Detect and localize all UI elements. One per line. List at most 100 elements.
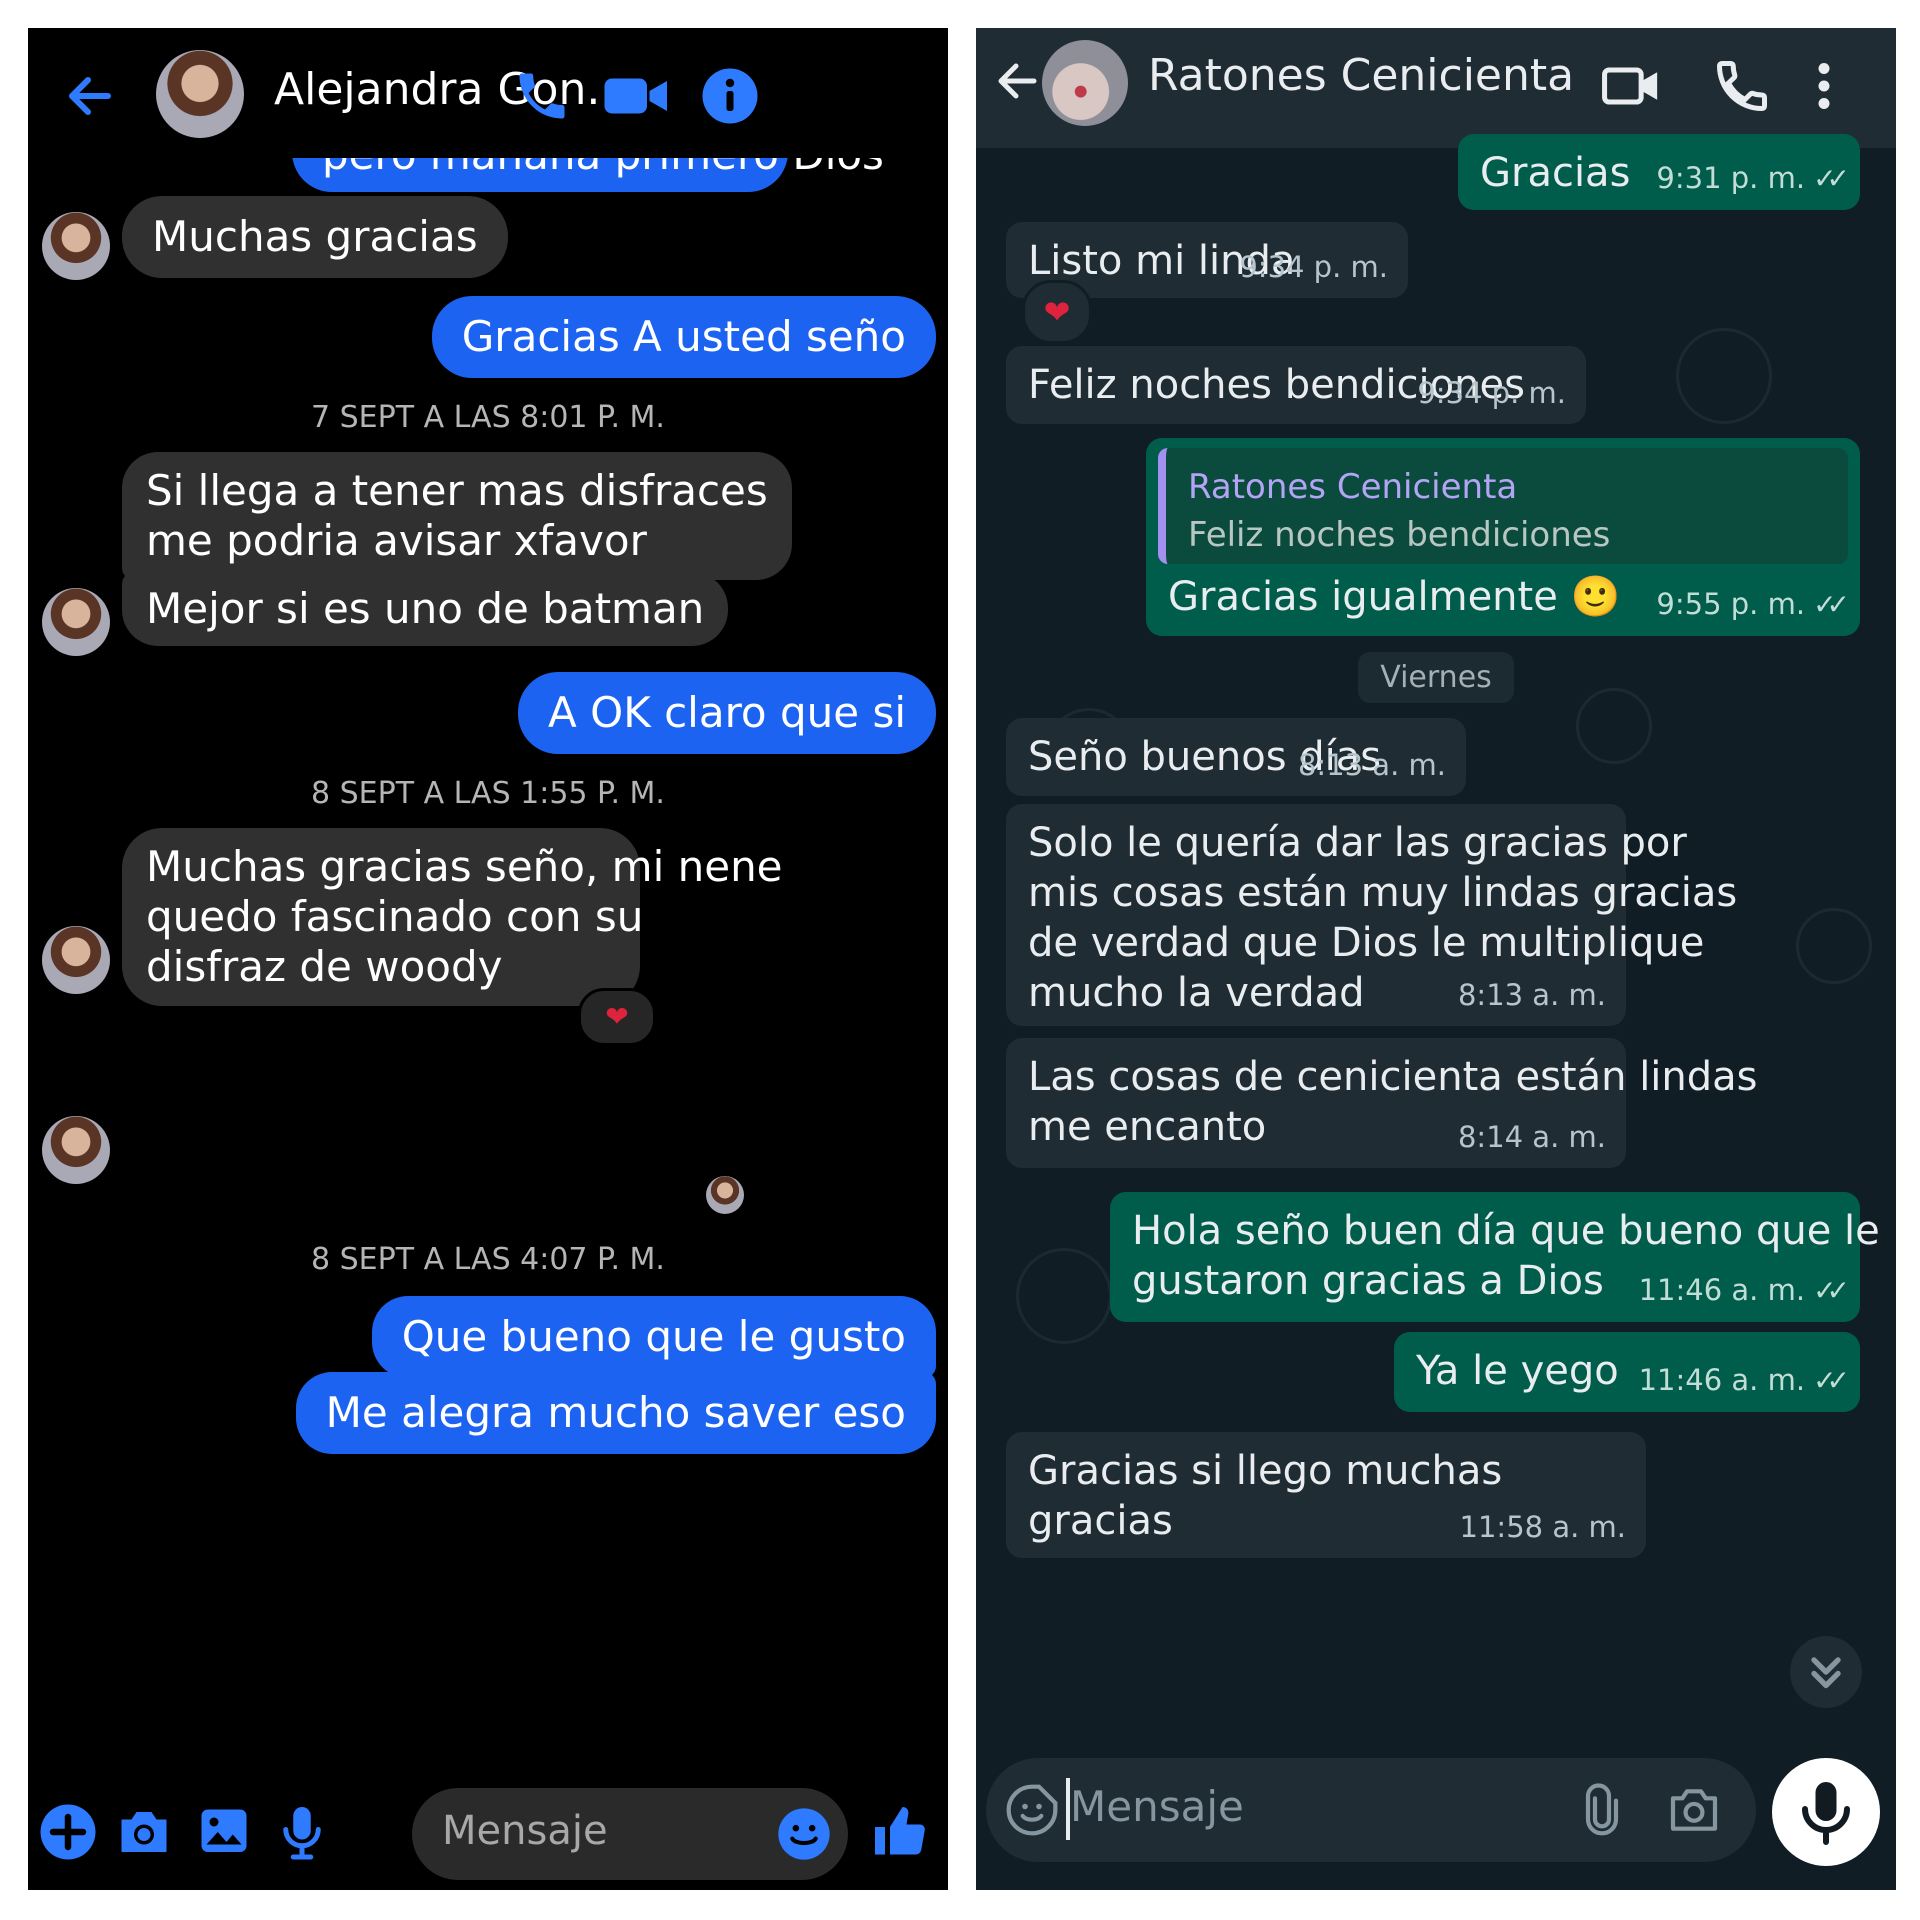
message-text-line: Las cosas de cenicienta están lindas [1028, 1054, 1758, 1100]
message-time: 11:58 a. m. [1459, 1510, 1626, 1544]
message-text-line: Hola seño buen día que bueno que le [1132, 1208, 1880, 1254]
conversation-timestamp: 7 SEPT A LAS 8:01 P. M. [311, 400, 665, 435]
quoted-author: Ratones Cenicienta [1188, 467, 1518, 507]
contact-avatar[interactable] [156, 50, 244, 138]
conversation-timestamp: 8 SEPT A LAS 1:55 P. M. [311, 776, 665, 811]
day-separator: Viernes [976, 652, 1896, 703]
contact-name[interactable]: Ratones Cenicienta [1148, 50, 1574, 101]
conversation-timestamp: 8 SEPT A LAS 4:07 P. M. [311, 1242, 665, 1277]
contact-avatar-small[interactable] [42, 588, 110, 656]
message-text-line: de verdad que Dios le multiplique [1028, 920, 1705, 966]
message-text: A OK claro que si [548, 688, 906, 737]
video-call-icon[interactable] [602, 66, 672, 126]
message-bubble-outgoing-reply[interactable]: Ratones Cenicienta Feliz noches bendicio… [1146, 438, 1860, 636]
microphone-icon[interactable] [272, 1802, 332, 1862]
info-icon[interactable] [700, 66, 760, 126]
contact-avatar-small[interactable] [42, 926, 110, 994]
phone-call-icon[interactable] [1712, 56, 1772, 116]
message-bubble-incoming[interactable]: Feliz noches bendiciones 9:34 p. m. [1006, 346, 1586, 424]
message-input[interactable]: Mensaje [412, 1788, 848, 1880]
attach-paperclip-icon[interactable] [1574, 1782, 1630, 1838]
message-bubble-incoming[interactable]: Gracias si llego muchas gracias 11:58 a.… [1006, 1432, 1646, 1558]
message-time: 9:34 p. m. [1417, 376, 1566, 410]
message-text: Mejor si es uno de batman [146, 584, 705, 633]
quoted-message[interactable]: Ratones Cenicienta Feliz noches bendicio… [1158, 448, 1848, 564]
message-text: Ya le yego [1416, 1348, 1619, 1394]
read-receipt-icon: ✓✓ [1813, 1274, 1850, 1307]
message-bubble-incoming[interactable]: Las cosas de cenicienta están lindas me … [1006, 1038, 1758, 1168]
message-bubble-incoming[interactable]: Mejor si es uno de batman [122, 572, 729, 646]
camera-icon[interactable] [1666, 1782, 1722, 1838]
message-time: 9:34 p. m. [1239, 250, 1388, 284]
camera-icon[interactable] [114, 1802, 174, 1862]
heart-reaction-icon[interactable]: ❤ [1022, 280, 1092, 344]
message-text-line: Si llega a tener mas disfraces [146, 466, 768, 515]
message-bubble-outgoing[interactable]: Ya le yego 11:46 a. m. ✓✓ [1394, 1332, 1860, 1412]
message-bubble-outgoing[interactable]: Gracias 9:31 p. m. ✓✓ [1458, 134, 1860, 210]
read-receipt-icon: ✓✓ [1813, 1364, 1850, 1397]
video-call-icon[interactable] [1600, 56, 1664, 116]
plus-icon[interactable] [38, 1802, 98, 1862]
phone-call-icon[interactable] [512, 66, 572, 126]
message-text: Gracias [1480, 150, 1631, 196]
message-bubble-incoming[interactable]: Muchas gracias [122, 196, 508, 278]
message-text: Gracias si llego muchas gracias [1028, 1448, 1503, 1544]
message-text: Me alegra mucho saver eso [325, 1388, 906, 1437]
gallery-image-icon[interactable] [194, 1802, 254, 1862]
microphone-icon [1802, 1782, 1850, 1845]
message-text-line: Solo le quería dar las gracias por [1028, 820, 1687, 866]
wallpaper-doodle [1016, 1248, 1112, 1344]
message-bubble-incoming[interactable]: Solo le quería dar las gracias por mis c… [1006, 804, 1738, 1026]
message-bubble-incoming[interactable]: Si llega a tener mas disfraces me podria… [122, 452, 792, 580]
message-input[interactable]: Mensaje [986, 1758, 1756, 1862]
whatsapp-chat-screen: Ratones Cenicienta Gracias 9:31 p. m. ✓✓ … [976, 28, 1896, 1890]
voice-message-button[interactable] [1772, 1758, 1880, 1866]
message-text: Que bueno que le gusto [401, 1312, 906, 1361]
sticker-emoji-icon[interactable] [1004, 1782, 1060, 1838]
scroll-to-bottom-button[interactable] [1790, 1636, 1862, 1708]
message-bubble-outgoing[interactable]: Me alegra mucho saver eso [295, 1372, 936, 1454]
contact-name[interactable]: Alejandra Gon... [274, 64, 628, 115]
message-bubble-outgoing[interactable]: Gracias A usted seño [431, 296, 936, 378]
grinning-face-emoji: 😃 [146, 1057, 251, 1174]
emoji-message[interactable]: 😃😍 [146, 1056, 355, 1176]
thumbs-up-icon[interactable] [870, 1802, 930, 1862]
read-receipt-icon: ✓✓ [1813, 162, 1850, 195]
seen-receipt-avatar [706, 1176, 744, 1214]
message-bubble-outgoing[interactable]: A OK claro que si [518, 672, 936, 754]
chat-header: Alejandra Gon... [28, 28, 948, 158]
day-label: Viernes [1358, 652, 1514, 703]
message-text-line: disfraz de woody [146, 942, 503, 991]
message-input-placeholder: Mensaje [1070, 1782, 1244, 1831]
message-text: Gracias A usted seño [461, 312, 906, 361]
heart-reaction-icon[interactable]: ❤ [578, 988, 656, 1046]
wallpaper-doodle [1796, 908, 1872, 984]
back-arrow-icon[interactable] [60, 66, 120, 126]
read-receipt-icon: ✓✓ [1813, 588, 1850, 621]
message-time: 8:13 a. m. [1297, 748, 1446, 782]
composer-bar: Mensaje [28, 1788, 948, 1890]
contact-avatar[interactable] [1042, 40, 1128, 126]
contact-avatar-small[interactable] [42, 212, 110, 280]
heart-eyes-emoji: 😍 [250, 1057, 355, 1174]
message-bubble-outgoing[interactable]: Hola seño buen día que bueno que le gust… [1110, 1192, 1880, 1322]
message-text-line: mis cosas están muy lindas gracias [1028, 870, 1738, 916]
message-text-line: Muchas gracias seño, mi nene [146, 842, 783, 891]
messenger-chat-screen: pero mañana primero Dios Alejandra Gon..… [28, 28, 948, 1890]
emoji-picker-icon[interactable] [776, 1806, 832, 1862]
message-text-line: me podria avisar xfavor [146, 516, 647, 565]
message-text: Muchas gracias [152, 212, 478, 261]
message-bubble-outgoing[interactable]: Que bueno que le gusto [371, 1296, 936, 1378]
message-input-placeholder: Mensaje [442, 1808, 608, 1854]
contact-avatar-small[interactable] [42, 1116, 110, 1184]
message-text: Gracias igualmente 🙂 [1168, 574, 1621, 620]
message-time: 9:55 p. m. [1656, 587, 1806, 621]
message-bubble-incoming[interactable]: Muchas gracias seño, mi nene quedo fasci… [122, 828, 783, 1006]
message-time: 9:31 p. m. [1656, 161, 1806, 195]
message-text-line: quedo fascinado con su [146, 892, 644, 941]
message-bubble-incoming[interactable]: Seño buenos días 8:13 a. m. [1006, 718, 1466, 796]
quoted-text: Feliz noches bendiciones [1188, 515, 1611, 555]
chat-header: Ratones Cenicienta [976, 28, 1896, 148]
more-options-icon[interactable] [1804, 56, 1844, 116]
back-arrow-icon[interactable] [990, 54, 1044, 121]
